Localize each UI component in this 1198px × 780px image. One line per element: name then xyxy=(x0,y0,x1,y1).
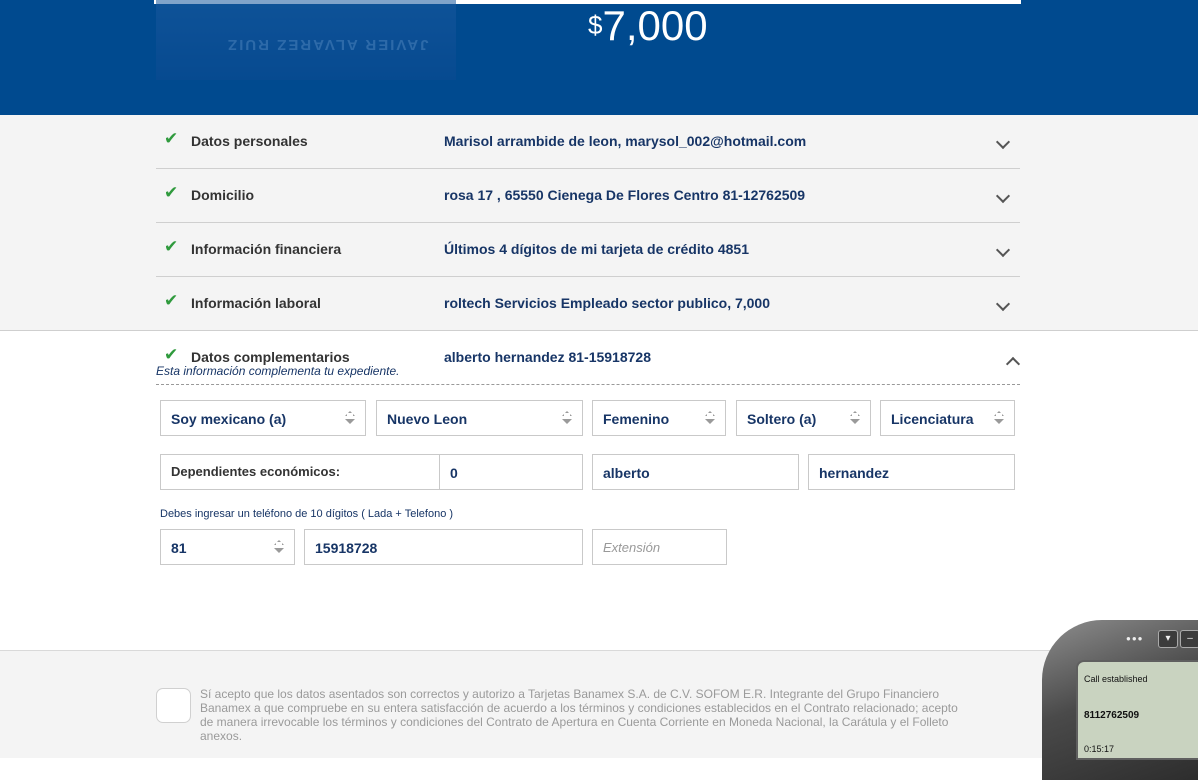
section-label: Información financiera xyxy=(191,241,342,257)
section-label: Domicilio xyxy=(191,187,255,203)
section-subtitle: Esta información complementa tu expedien… xyxy=(156,364,400,378)
first-name-value: alberto xyxy=(603,465,650,481)
select-arrows-icon xyxy=(705,410,715,426)
amount-value: 7,000 xyxy=(602,2,708,49)
section-label: Información laboral xyxy=(191,295,321,311)
check-icon: ✔ xyxy=(164,129,179,148)
extension-placeholder: Extensión xyxy=(603,540,661,555)
extension-input[interactable]: Extensión xyxy=(592,529,727,565)
section-datos-complementarios[interactable]: ✔ Datos complementarios alberto hernande… xyxy=(156,331,1021,385)
section-summary: alberto hernandez 81-15918728 xyxy=(444,349,651,365)
card-holder-text: JAVIER ALVAREZ RUIZ xyxy=(226,36,429,53)
currency-symbol: $ xyxy=(588,10,603,40)
check-icon: ✔ xyxy=(164,183,179,202)
marital-status-select[interactable]: Soltero (a) xyxy=(736,400,871,436)
chevron-up-icon[interactable] xyxy=(1005,356,1021,372)
gender-select[interactable]: Femenino xyxy=(592,400,726,436)
check-icon: ✔ xyxy=(164,291,179,310)
call-number: 8112762509 xyxy=(1084,710,1140,721)
section-informacion-laboral[interactable]: ✔ Información laboral roltech Servicios … xyxy=(156,277,1020,331)
credit-amount: $7,000 xyxy=(588,2,708,50)
phone-value: 15918728 xyxy=(315,540,378,556)
chevron-down-icon[interactable] xyxy=(995,242,1011,258)
softphone-screen: Call established 8112762509 0:15:17 xyxy=(1076,660,1198,760)
marital-status-value: Soltero (a) xyxy=(747,411,817,427)
education-value: Licenciatura xyxy=(891,411,974,427)
call-status: Call established xyxy=(1084,674,1148,684)
check-icon: ✔ xyxy=(164,345,179,364)
section-datos-personales[interactable]: ✔ Datos personales Marisol arrambide de … xyxy=(156,115,1020,169)
phone-hint: Debes ingresar un teléfono de 10 dígitos… xyxy=(160,508,454,520)
call-timer: 0:15:17 xyxy=(1084,744,1115,754)
section-summary: rosa 17 , 65550 Cienega De Flores Centro… xyxy=(444,187,806,203)
dependents-input[interactable]: 0 xyxy=(439,454,583,490)
credit-card-image: JAVIER ALVAREZ RUIZ xyxy=(156,0,456,80)
dependents-label: Dependientes económicos: xyxy=(160,454,440,490)
select-arrows-icon xyxy=(994,410,1004,426)
select-arrows-icon xyxy=(274,539,284,555)
phone-input[interactable]: 15918728 xyxy=(304,529,583,565)
section-informacion-financiera[interactable]: ✔ Información financiera Últimos 4 dígit… xyxy=(156,223,1020,277)
education-select[interactable]: Licenciatura xyxy=(880,400,1015,436)
lada-value: 81 xyxy=(171,540,187,556)
section-summary: Marisol arrambide de leon, marysol_002@h… xyxy=(444,133,807,149)
select-arrows-icon xyxy=(562,410,572,426)
terms-text: Sí acepto que los datos asentados son co… xyxy=(200,687,958,743)
lada-select[interactable]: 81 xyxy=(160,529,295,565)
first-name-input[interactable]: alberto xyxy=(592,454,799,490)
select-arrows-icon xyxy=(850,410,860,426)
gender-value: Femenino xyxy=(603,411,670,427)
softphone-widget[interactable]: ●●● ▾ – Call established 8112762509 0:15… xyxy=(1042,620,1198,780)
nationality-select[interactable]: Soy mexicano (a) xyxy=(160,400,366,436)
select-arrows-icon xyxy=(345,410,355,426)
state-value: Nuevo Leon xyxy=(387,411,468,427)
last-name-value: hernandez xyxy=(819,465,890,481)
terms-footer: Sí acepto que los datos asentados son co… xyxy=(0,650,1198,758)
minimize-button[interactable]: – xyxy=(1180,630,1198,648)
divider xyxy=(1019,0,1021,4)
section-domicilio[interactable]: ✔ Domicilio rosa 17 , 65550 Cienega De F… xyxy=(156,169,1020,223)
dependents-value: 0 xyxy=(450,465,458,481)
check-icon: ✔ xyxy=(164,237,179,256)
section-summary: Últimos 4 dígitos de mi tarjeta de crédi… xyxy=(444,241,749,257)
summary-accordion: ✔ Datos personales Marisol arrambide de … xyxy=(0,115,1198,331)
dropdown-button[interactable]: ▾ xyxy=(1158,630,1178,648)
section-label: Datos personales xyxy=(191,133,308,149)
state-select[interactable]: Nuevo Leon xyxy=(376,400,583,436)
divider xyxy=(154,0,156,4)
chevron-down-icon[interactable] xyxy=(995,134,1011,150)
chevron-down-icon[interactable] xyxy=(995,296,1011,312)
nationality-value: Soy mexicano (a) xyxy=(171,411,287,427)
indicator-dots-icon: ●●● xyxy=(1126,634,1144,643)
chevron-down-icon[interactable] xyxy=(995,188,1011,204)
section-label: Datos complementarios xyxy=(191,349,350,365)
dependents-label-text: Dependientes económicos: xyxy=(171,464,341,479)
section-summary: roltech Servicios Empleado sector public… xyxy=(444,295,771,311)
last-name-input[interactable]: hernandez xyxy=(808,454,1015,490)
header-banner: JAVIER ALVAREZ RUIZ $7,000 xyxy=(0,0,1198,115)
accept-terms-checkbox[interactable] xyxy=(156,688,191,723)
